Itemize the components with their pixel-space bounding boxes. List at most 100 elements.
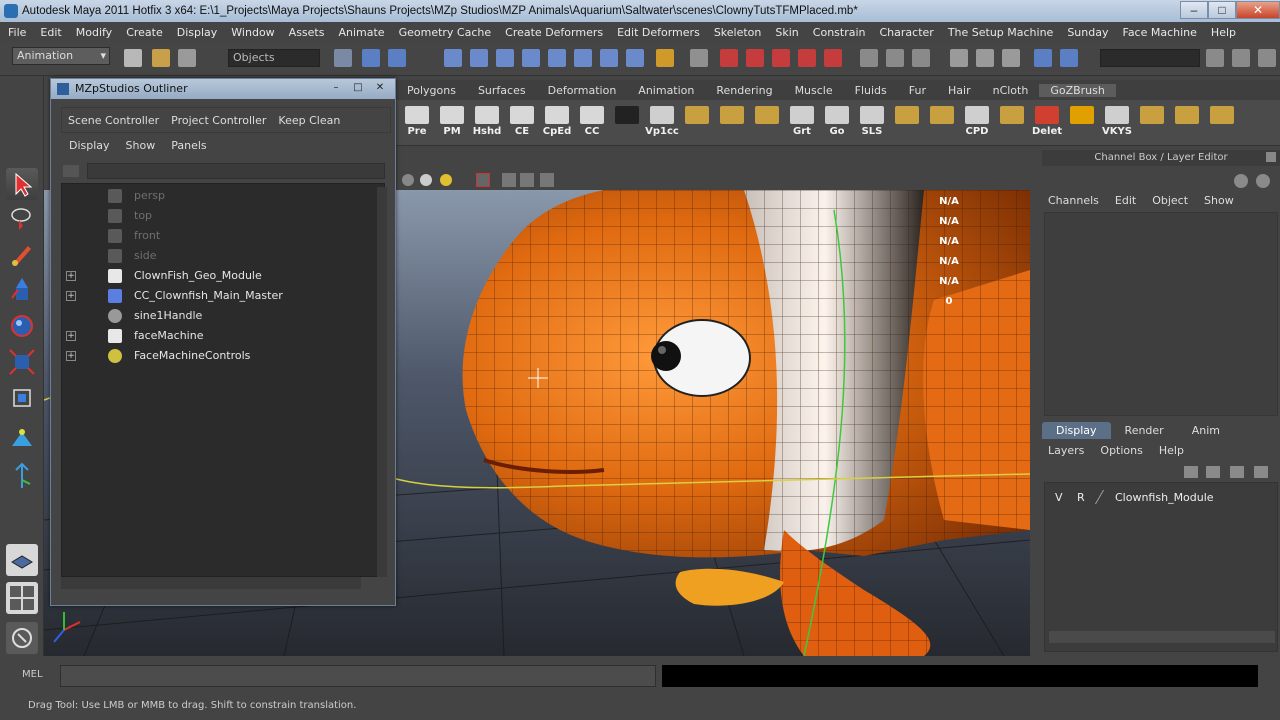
outliner-show-menu[interactable]: Show xyxy=(126,139,156,152)
lock-icon[interactable] xyxy=(656,49,674,67)
absolute-transform-icon[interactable] xyxy=(1060,49,1078,67)
tab-anim-layers[interactable]: Anim xyxy=(1178,422,1234,439)
project-controller-button[interactable]: Project Controller xyxy=(171,114,266,127)
layer-move-down-icon[interactable] xyxy=(1206,466,1220,478)
outliner-titlebar[interactable]: MZpStudios Outliner – □ ✕ xyxy=(51,79,395,99)
move-tool-icon[interactable] xyxy=(6,274,38,306)
menu-constrain[interactable]: Constrain xyxy=(813,26,866,39)
scene-controller-button[interactable]: Scene Controller xyxy=(68,114,159,127)
live-surface-icon[interactable] xyxy=(574,49,592,67)
menu-window[interactable]: Window xyxy=(231,26,274,39)
outliner-filter-icon[interactable] xyxy=(63,165,79,177)
expand-toggle-icon[interactable]: + xyxy=(66,331,76,341)
shelf-button-22[interactable] xyxy=(1170,104,1204,142)
snap-surface-icon[interactable] xyxy=(522,49,540,67)
shelf-button-19[interactable] xyxy=(1065,104,1099,142)
menu-edit-deformers[interactable]: Edit Deformers xyxy=(617,26,700,39)
maximize-button[interactable]: □ xyxy=(1208,1,1236,19)
shelf-button-8[interactable] xyxy=(680,104,714,142)
layer-list-scrollbar[interactable] xyxy=(1049,631,1275,643)
shelf-button-12[interactable]: Go xyxy=(820,104,854,142)
outliner-horizontal-scrollbar[interactable] xyxy=(61,577,361,589)
outliner-item[interactable]: side xyxy=(62,246,372,266)
isolate-select-icon[interactable] xyxy=(520,173,534,187)
menu-display[interactable]: Display xyxy=(177,26,218,39)
wireframe-shading-icon[interactable] xyxy=(402,174,414,186)
menu-skin[interactable]: Skin xyxy=(775,26,798,39)
menu-geometry-cache[interactable]: Geometry Cache xyxy=(399,26,492,39)
layer-visibility-toggle[interactable]: V xyxy=(1055,491,1063,504)
menu-setup-machine[interactable]: The Setup Machine xyxy=(948,26,1054,39)
last-tool-icon[interactable] xyxy=(6,460,38,492)
selection-mask-field[interactable]: Objects xyxy=(228,49,320,67)
shelf-button-20[interactable]: VKYS xyxy=(1100,104,1134,142)
shelf-button-15[interactable] xyxy=(925,104,959,142)
quick-select-field[interactable] xyxy=(1100,49,1200,67)
shelf-button-6[interactable] xyxy=(610,104,644,142)
outliner-item[interactable]: front xyxy=(62,226,372,246)
new-layer-icon[interactable] xyxy=(1230,466,1244,478)
layer-reference-toggle[interactable]: R xyxy=(1077,491,1085,504)
shelf-button-23[interactable] xyxy=(1205,104,1239,142)
shelf-button-21[interactable] xyxy=(1135,104,1169,142)
shelf-button-2[interactable]: Hshd xyxy=(470,104,504,142)
menu-file[interactable]: File xyxy=(8,26,26,39)
render-frame-icon[interactable] xyxy=(720,49,738,67)
tab-muscle[interactable]: Muscle xyxy=(784,84,844,97)
outliner-layout-tool-icon[interactable] xyxy=(6,622,38,654)
tab-animation[interactable]: Animation xyxy=(627,84,705,97)
new-layer-selected-icon[interactable] xyxy=(1254,466,1268,478)
shelf-button-4[interactable]: CpEd xyxy=(540,104,574,142)
menu-modify[interactable]: Modify xyxy=(76,26,112,39)
lasso-tool-icon[interactable] xyxy=(6,202,38,234)
tab-display-layers[interactable]: Display xyxy=(1042,422,1111,439)
history-icon[interactable] xyxy=(600,49,618,67)
shelf-button-10[interactable] xyxy=(750,104,784,142)
render-settings-icon[interactable] xyxy=(772,49,790,67)
panel-layout-icon[interactable] xyxy=(860,49,878,67)
select-object-icon[interactable] xyxy=(362,49,380,67)
tool-settings-icon[interactable] xyxy=(976,49,994,67)
select-component-icon[interactable] xyxy=(388,49,406,67)
expand-toggle-icon[interactable]: + xyxy=(66,271,76,281)
snap-view-plane-icon[interactable] xyxy=(548,49,566,67)
attribute-editor-icon[interactable] xyxy=(950,49,968,67)
menu-animate[interactable]: Animate xyxy=(338,26,384,39)
menu-help[interactable]: Help xyxy=(1211,26,1236,39)
rotate-tool-icon[interactable] xyxy=(6,310,38,342)
shelf-button-14[interactable] xyxy=(890,104,924,142)
layers-menu[interactable]: Layers xyxy=(1048,444,1084,457)
sidebar-toggle-icon[interactable] xyxy=(1206,49,1224,67)
tab-render-layers[interactable]: Render xyxy=(1111,422,1178,439)
tab-rendering[interactable]: Rendering xyxy=(705,84,783,97)
outliner-display-menu[interactable]: Display xyxy=(69,139,110,152)
shelf-button-3[interactable]: CE xyxy=(505,104,539,142)
menu-face-machine[interactable]: Face Machine xyxy=(1123,26,1197,39)
layer-help-menu[interactable]: Help xyxy=(1159,444,1184,457)
tab-ncloth[interactable]: nCloth xyxy=(982,84,1040,97)
menu-character[interactable]: Character xyxy=(880,26,934,39)
help-icon[interactable] xyxy=(626,49,644,67)
shelf-button-11[interactable]: Grt xyxy=(785,104,819,142)
show-menu[interactable]: Show xyxy=(1204,194,1234,207)
shelf-button-18[interactable]: Delet xyxy=(1030,104,1064,142)
menu-create[interactable]: Create xyxy=(126,26,163,39)
outliner-close-button[interactable]: ✕ xyxy=(369,81,391,96)
outliner-item[interactable]: top xyxy=(62,206,372,226)
manipulator-tool-icon[interactable] xyxy=(6,382,38,414)
soft-mod-tool-icon[interactable] xyxy=(6,422,38,454)
snap-grid-icon[interactable] xyxy=(444,49,462,67)
options-menu[interactable]: Options xyxy=(1100,444,1142,457)
grid-toggle-icon[interactable] xyxy=(502,173,516,187)
smooth-shading-icon[interactable] xyxy=(420,174,432,186)
outliner-item[interactable]: persp xyxy=(62,186,372,206)
expand-toggle-icon[interactable]: + xyxy=(66,291,76,301)
shelf-button-13[interactable]: SLS xyxy=(855,104,889,142)
shelf-button-9[interactable] xyxy=(715,104,749,142)
edit-menu[interactable]: Edit xyxy=(1115,194,1136,207)
outliner-search-field[interactable] xyxy=(87,163,385,179)
layer-move-up-icon[interactable] xyxy=(1184,466,1198,478)
tab-polygons[interactable]: Polygons xyxy=(396,84,467,97)
select-hierarchy-icon[interactable] xyxy=(334,49,352,67)
object-menu[interactable]: Object xyxy=(1152,194,1188,207)
